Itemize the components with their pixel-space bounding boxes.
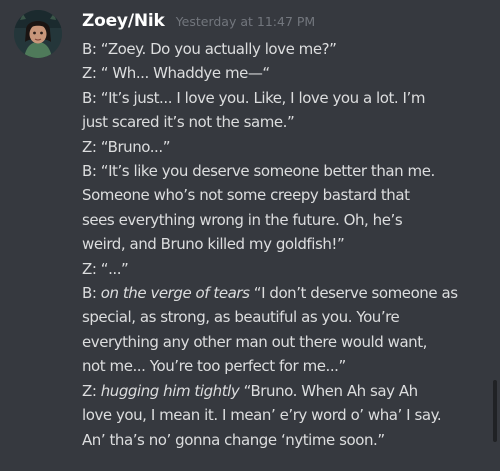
message-line: not me... You’re too perfect for me...” (82, 354, 486, 378)
message-line: B: “It’s just... I love you. Like, I lov… (82, 86, 486, 110)
message-line: B: “Zoey. Do you actually love me?” (82, 37, 486, 61)
message-line: Z: hugging him tightly “Bruno. When Ah s… (82, 379, 486, 403)
action-text: hugging him tightly (100, 381, 240, 400)
line-text: not me... You’re too perfect for me...” (82, 357, 346, 376)
message-line: B: “It’s like you deserve someone better… (82, 159, 486, 183)
action-text: on the verge of tears (100, 284, 250, 303)
line-text: just scared it’s not the same.” (82, 113, 295, 132)
line-text: B: “Zoey. Do you actually love me?” (82, 40, 337, 58)
line-text: Z: “Bruno...” (82, 137, 171, 156)
username[interactable]: Zoey/Nik (82, 11, 165, 31)
line-text: Z: “...” (82, 259, 129, 278)
line-text: “Bruno. When Ah say Ah (239, 381, 419, 400)
avatar[interactable] (14, 10, 62, 58)
message-line: everything any other man out there would… (82, 330, 486, 354)
message-line: weird, and Bruno killed my goldfish!” (82, 232, 486, 256)
message-line: special, as strong, as beautiful as you.… (82, 305, 486, 329)
message-line: B: on the verge of tears “I don’t deserv… (82, 281, 486, 305)
line-text: love you, I mean it. I mean’ e’ry word o… (82, 406, 442, 425)
message-line: Z: “ Wh... Whaddye me—“ (82, 61, 486, 85)
line-text: weird, and Bruno killed my goldfish!” (82, 235, 345, 254)
message-line: Z: “Bruno...” (82, 135, 486, 159)
line-text: everything any other man out there would… (82, 332, 427, 351)
line-text: special, as strong, as beautiful as you.… (82, 308, 400, 327)
line-text: “I don’t deserve someone as (249, 284, 458, 303)
message-content: B: “Zoey. Do you actually love me?” Z: “… (82, 37, 486, 452)
line-text: An’ tha’s no’ gonna change ‘nytime soon.… (82, 430, 385, 449)
line-text: B: “It’s like you deserve someone better… (82, 162, 435, 181)
character-avatar-icon (14, 10, 62, 58)
speaker-prefix: B: (82, 284, 101, 303)
message-header: Zoey/Nik Yesterday at 11:47 PM (82, 11, 315, 35)
speaker-prefix: Z: (82, 381, 101, 400)
message-line: love you, I mean it. I mean’ e’ry word o… (82, 403, 486, 427)
message-line: Someone who’s not some creepy bastard th… (82, 183, 486, 207)
line-text: sees everything wrong in the future. Oh,… (82, 210, 403, 229)
scrollbar-thumb[interactable] (493, 380, 497, 442)
message-line: Z: “...” (82, 257, 486, 281)
line-text: Someone who’s not some creepy bastard th… (82, 186, 410, 205)
line-text: B: “It’s just... I love you. Like, I lov… (82, 88, 425, 107)
timestamp: Yesterday at 11:47 PM (175, 14, 316, 29)
line-text: Z: “ Wh... Whaddye me—“ (82, 64, 270, 83)
message-line: sees everything wrong in the future. Oh,… (82, 208, 486, 232)
chat-message: Zoey/Nik Yesterday at 11:47 PM B: “Zoey.… (0, 0, 500, 471)
message-line: just scared it’s not the same.” (82, 110, 486, 134)
message-line: An’ tha’s no’ gonna change ‘nytime soon.… (82, 428, 486, 452)
